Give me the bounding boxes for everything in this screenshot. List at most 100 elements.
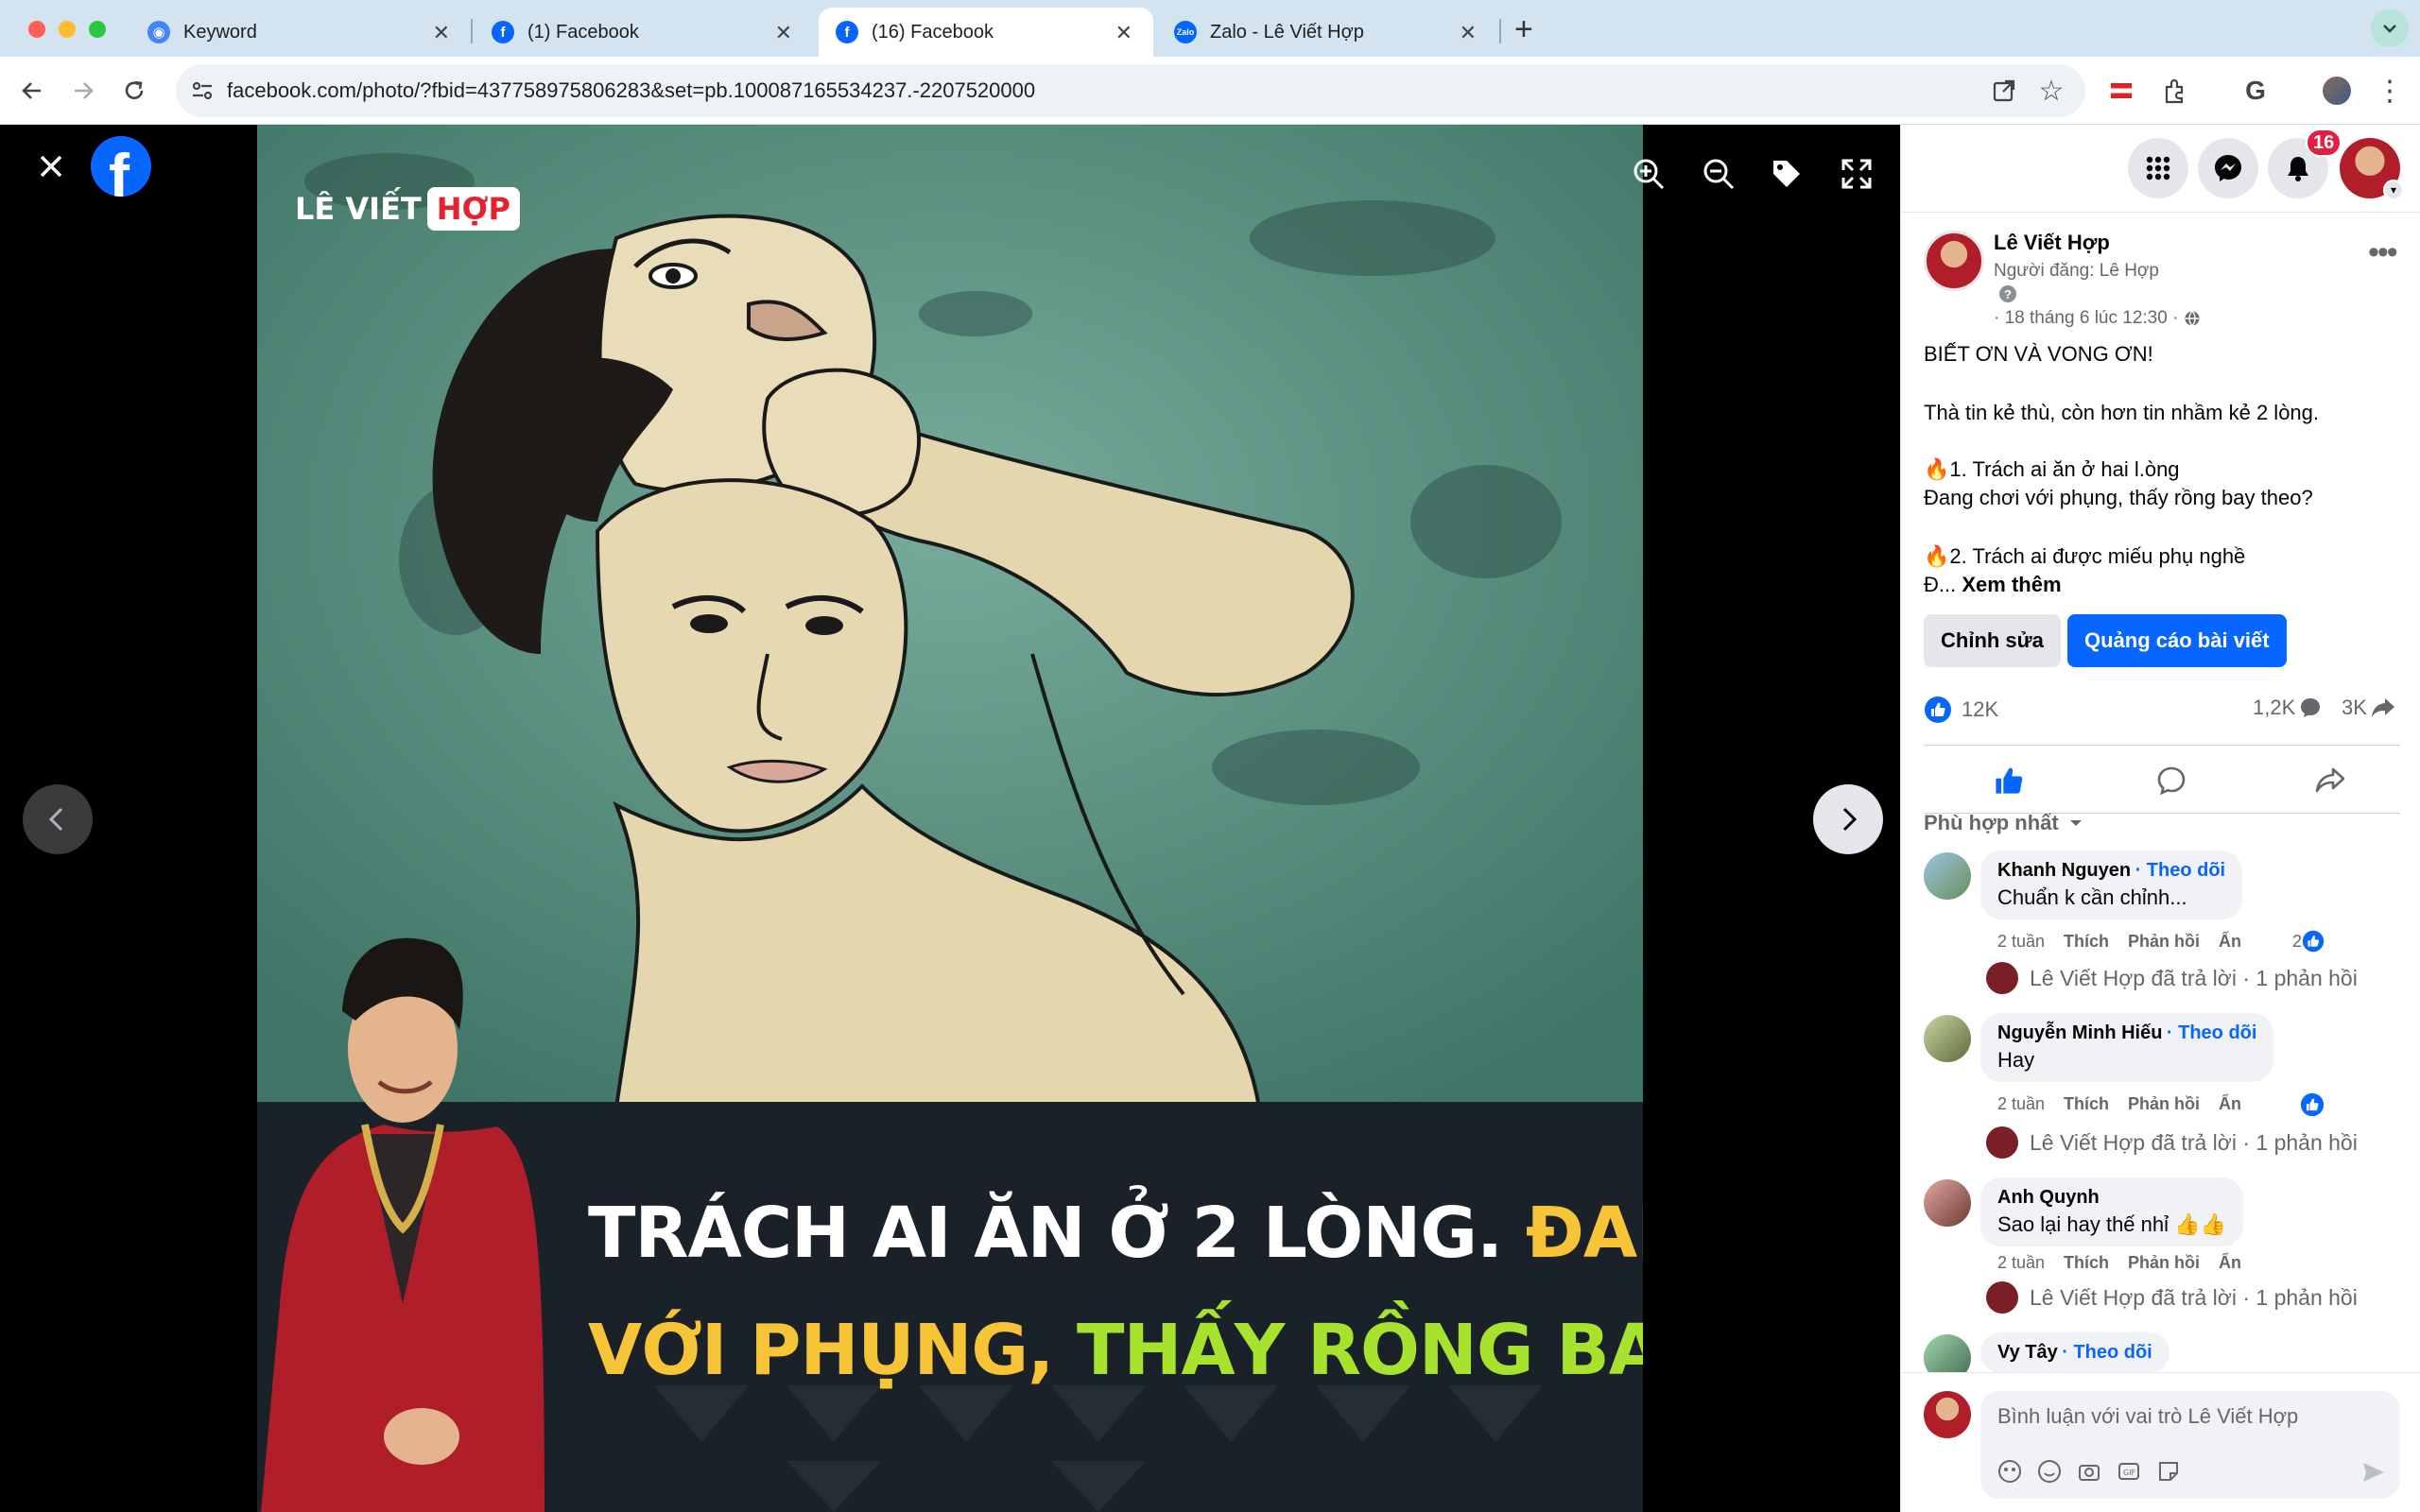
- composer-avatar[interactable]: [1924, 1391, 1971, 1438]
- reply-comment-link[interactable]: Phản hồi: [2128, 1253, 2200, 1272]
- tab-search-button[interactable]: [2371, 9, 2409, 47]
- zoom-out-button[interactable]: [1702, 157, 1736, 196]
- notification-count-badge: 16: [2306, 129, 2342, 157]
- comment-reaction-count[interactable]: 2: [2292, 930, 2325, 953]
- share-count[interactable]: 3K: [2342, 696, 2395, 720]
- reaction-summary[interactable]: 12K: [1924, 696, 1998, 724]
- comment-composer[interactable]: Bình luận với vai trò Lê Viết Hợp GIF: [1980, 1391, 2400, 1499]
- reply-comment-link[interactable]: Phản hồi: [2128, 1094, 2200, 1113]
- hide-comment-link[interactable]: Ẩn: [2219, 932, 2241, 951]
- comment-reaction-count[interactable]: [2300, 1092, 2325, 1122]
- close-icon[interactable]: ✕: [1115, 21, 1132, 45]
- forward-arrow-icon[interactable]: [66, 74, 100, 108]
- browser-tab-facebook-16[interactable]: f (16) Facebook ✕: [819, 8, 1153, 57]
- menu-grid-button[interactable]: [2128, 138, 2188, 198]
- account-chevron-icon[interactable]: ▾: [2383, 180, 2404, 200]
- commenter-name[interactable]: Vy Tây: [1997, 1342, 2058, 1363]
- gif-icon[interactable]: GIF: [2117, 1459, 2141, 1484]
- comment-actions: 2 tuần Thích Phản hồi Ẩn: [1997, 932, 2242, 951]
- post-photo[interactable]: LÊ VIẾT HỢP TRÁCH AI ĂN Ở 2 LÒNG. ĐANG C…: [257, 125, 1643, 1512]
- grid-icon: [2146, 156, 2170, 180]
- like-button[interactable]: [1980, 756, 2037, 805]
- commenter-avatar[interactable]: [1924, 1179, 1971, 1227]
- like-comment-link[interactable]: Thích: [2064, 1094, 2109, 1113]
- comment-sort-dropdown[interactable]: Phù hợp nhất: [1924, 811, 2085, 835]
- close-viewer-button[interactable]: [34, 149, 68, 183]
- browser-tab-strip: ◉ Keyword ✕ f (1) Facebook ✕ f (16) Face…: [0, 0, 2420, 57]
- follow-link[interactable]: · Theo dõi: [2135, 860, 2226, 881]
- avatar-sticker-icon[interactable]: [1997, 1459, 2022, 1484]
- google-icon[interactable]: G: [2238, 74, 2273, 108]
- comment-input[interactable]: Bình luận với vai trò Lê Viết Hợp: [1997, 1404, 2298, 1429]
- address-bar[interactable]: facebook.com/photo/?fbid=437758975806283…: [176, 64, 2085, 117]
- share-button[interactable]: [2302, 756, 2359, 805]
- site-settings-icon[interactable]: [189, 77, 216, 110]
- comment-count[interactable]: 1,2K: [2253, 696, 2322, 720]
- view-replies-link[interactable]: Lê Viết Hợp đã trả lời · 1 phản hồi: [1986, 962, 2358, 994]
- chevron-right-icon: [1842, 807, 1858, 832]
- send-icon[interactable]: [2360, 1459, 2387, 1486]
- browser-menu-icon[interactable]: ⋮: [2373, 74, 2407, 108]
- open-in-app-icon[interactable]: [1987, 74, 2021, 108]
- post-options-button[interactable]: •••: [2368, 234, 2398, 271]
- commenter-avatar[interactable]: [1924, 1015, 1971, 1062]
- tab-title: (1) Facebook: [527, 21, 639, 43]
- browser-tab-zalo[interactable]: Zalo Zalo - Lê Viết Hợp ✕: [1157, 8, 1497, 57]
- commenter-name[interactable]: Khanh Nguyen: [1997, 860, 2131, 881]
- window-zoom-control[interactable]: [89, 21, 106, 38]
- close-icon: [40, 155, 62, 178]
- post-timestamp[interactable]: · 18 tháng 6 lúc 12:30 ·: [1994, 308, 2201, 329]
- author-name[interactable]: Lê Viết Hợp: [1994, 231, 2110, 255]
- promote-post-button[interactable]: Quảng cáo bài viết: [2067, 614, 2287, 667]
- reload-icon[interactable]: [117, 74, 151, 108]
- extensions-puzzle-icon[interactable]: [2157, 74, 2191, 108]
- edit-post-button[interactable]: Chỉnh sửa: [1924, 614, 2061, 667]
- bookmark-star-icon[interactable]: ☆: [2034, 74, 2068, 108]
- sticker-icon[interactable]: [2156, 1459, 2181, 1484]
- profile-avatar[interactable]: [2320, 74, 2354, 108]
- commenter-avatar[interactable]: [1924, 1334, 1971, 1372]
- hide-comment-link[interactable]: Ẩn: [2219, 1094, 2241, 1113]
- next-photo-button[interactable]: [1813, 784, 1883, 854]
- commenter-name[interactable]: Nguyễn Minh Hiếu: [1997, 1022, 2162, 1043]
- tag-photo-button[interactable]: [1770, 157, 1804, 196]
- fullscreen-button[interactable]: [1840, 157, 1874, 196]
- flag-extension-icon[interactable]: [2104, 74, 2138, 108]
- previous-photo-button[interactable]: [23, 784, 93, 854]
- comment-bubble: Anh Quynh Sao lại hay thế nhỉ 👍👍: [1980, 1177, 2243, 1246]
- close-icon[interactable]: ✕: [433, 21, 450, 45]
- back-arrow-icon[interactable]: [15, 74, 49, 108]
- headline-line-1: TRÁCH AI ĂN Ở 2 LÒNG. ĐANG CHƠI: [588, 1193, 1643, 1274]
- composer-tools: GIF: [1997, 1459, 2181, 1484]
- like-comment-link[interactable]: Thích: [2064, 932, 2109, 951]
- window-minimize-control[interactable]: [59, 21, 76, 38]
- emoji-icon[interactable]: [2037, 1459, 2062, 1484]
- see-more-link[interactable]: Xem thêm: [1962, 573, 2061, 596]
- browser-tab-keyword[interactable]: ◉ Keyword ✕: [130, 8, 471, 57]
- post-text-line: 🔥2. Trách ai được miếu phụ nghề: [1924, 544, 2246, 568]
- like-comment-link[interactable]: Thích: [2064, 1253, 2109, 1272]
- commenter-name[interactable]: Anh Quynh: [1997, 1187, 2100, 1208]
- zoom-in-button[interactable]: [1632, 157, 1666, 196]
- close-icon[interactable]: ✕: [775, 21, 792, 45]
- replier-avatar: [1986, 1126, 2018, 1159]
- photo-viewer: f LÊ VIẾT HỢP TRÁCH AI ĂN Ở 2 LÒNG. ĐA V…: [0, 125, 1900, 1512]
- hide-comment-link[interactable]: Ẩn: [2219, 1253, 2241, 1272]
- follow-link[interactable]: · Theo dõi: [2062, 1342, 2152, 1363]
- view-replies-link[interactable]: Lê Viết Hợp đã trả lời · 1 phản hồi: [1986, 1281, 2358, 1314]
- reply-comment-link[interactable]: Phản hồi: [2128, 932, 2200, 951]
- view-replies-link[interactable]: Lê Viết Hợp đã trả lời · 1 phản hồi: [1986, 1126, 2358, 1159]
- browser-tab-facebook-1[interactable]: f (1) Facebook ✕: [475, 8, 813, 57]
- post-text-line: Thà tin kẻ thù, còn hơn tin nhầm kẻ 2 lò…: [1924, 401, 2320, 424]
- close-icon[interactable]: ✕: [1460, 21, 1477, 45]
- author-avatar[interactable]: [1924, 231, 1984, 291]
- comment-button[interactable]: [2143, 756, 2200, 805]
- camera-icon[interactable]: [2077, 1459, 2101, 1484]
- new-tab-button[interactable]: +: [1514, 11, 1533, 48]
- messenger-button[interactable]: [2198, 138, 2258, 198]
- follow-link[interactable]: · Theo dõi: [2167, 1022, 2257, 1043]
- window-close-control[interactable]: [28, 21, 45, 38]
- help-icon[interactable]: ?: [1999, 285, 2016, 302]
- facebook-logo[interactable]: f: [91, 136, 151, 197]
- commenter-avatar[interactable]: [1924, 852, 1971, 900]
